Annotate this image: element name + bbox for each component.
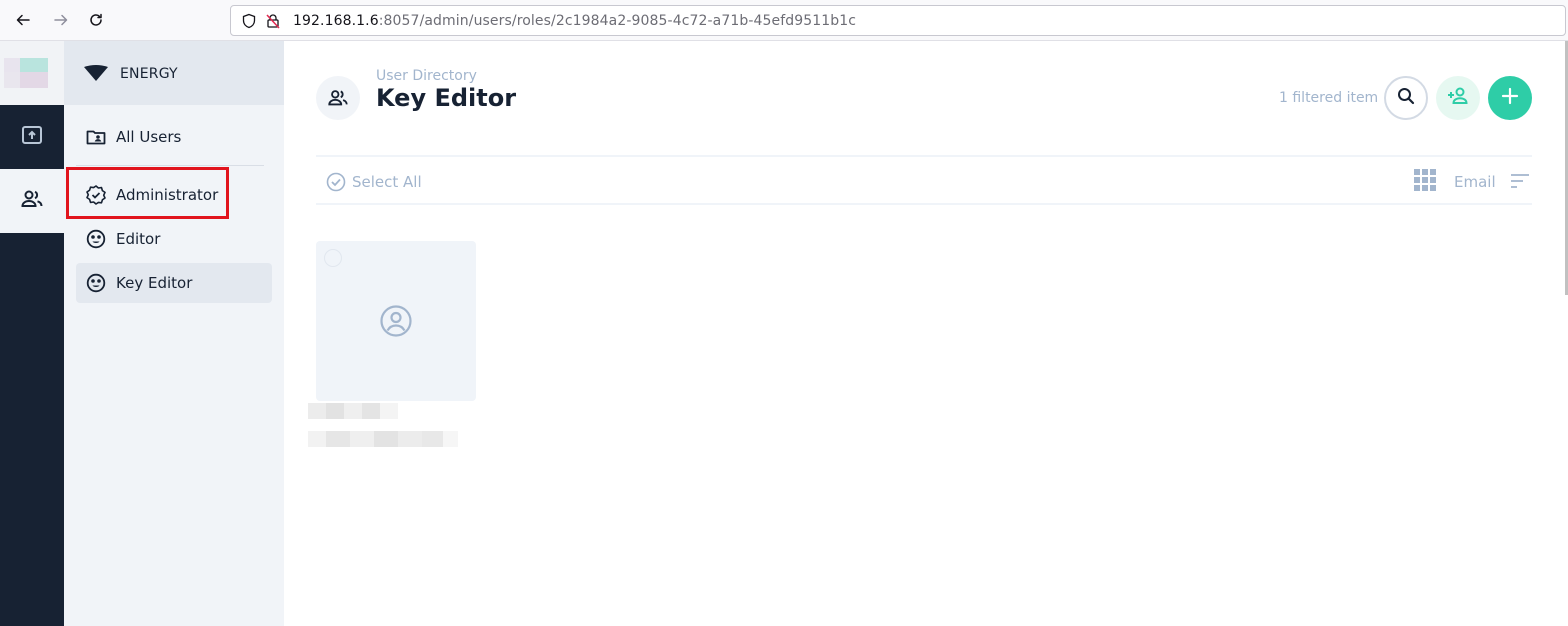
face-icon — [86, 273, 106, 293]
logo-pixel — [4, 58, 20, 72]
folder-user-icon — [86, 127, 106, 147]
insecure-lock-icon[interactable] — [265, 13, 281, 29]
browser-toolbar: 192.168.1.6:8057/admin/users/roles/2c198… — [0, 0, 1568, 41]
user-card[interactable] — [316, 241, 476, 401]
arrow-left-icon[interactable] — [12, 9, 34, 31]
nav-divider — [76, 165, 264, 166]
url-host: 192.168.1.6 — [293, 13, 379, 29]
main-content: User Directory Key Editor 1 filtered ite… — [284, 41, 1568, 626]
face-icon — [86, 229, 106, 249]
sort-icon[interactable] — [1510, 173, 1530, 194]
plus-icon — [1501, 87, 1519, 110]
grid-icon[interactable] — [1414, 169, 1436, 196]
sort-field-select[interactable]: Email — [1454, 173, 1496, 191]
nav-item-label: All Users — [116, 128, 182, 146]
reload-icon[interactable] — [85, 9, 107, 31]
invite-user-button[interactable] — [1436, 76, 1480, 120]
roles-navigation: ENERGY All Users Administrator Editor Ke… — [64, 41, 284, 626]
filter-count: 1 filtered item — [1279, 90, 1379, 106]
users-icon — [316, 76, 360, 120]
search-icon — [1396, 86, 1416, 111]
project-mark-icon — [84, 65, 108, 86]
search-button[interactable] — [1384, 76, 1428, 120]
card-title-redacted — [308, 403, 398, 419]
card-select-checkbox[interactable] — [324, 249, 342, 267]
annotation-highlight — [66, 167, 229, 219]
file-upload-icon — [20, 123, 44, 152]
card-subtitle-redacted — [308, 431, 458, 447]
nav-item-label: Key Editor — [116, 274, 193, 292]
rail-item-users[interactable] — [0, 169, 64, 233]
module-rail — [0, 41, 64, 626]
nav-item-editor[interactable]: Editor — [76, 219, 272, 259]
nav-item-all-users[interactable]: All Users — [76, 117, 272, 157]
shield-icon[interactable] — [241, 13, 257, 29]
collection-toolbar: Select All Email — [316, 155, 1532, 205]
nav-item-label: Editor — [116, 230, 161, 248]
page-title: Key Editor — [376, 84, 517, 112]
logo-pixel — [20, 72, 48, 88]
address-bar[interactable]: 192.168.1.6:8057/admin/users/roles/2c198… — [230, 5, 1566, 36]
project-title: ENERGY — [120, 66, 178, 82]
project-header: ENERGY — [64, 41, 284, 105]
url-path: :8057/admin/users/roles/2c1984a2-9085-4c… — [378, 13, 857, 29]
project-logo[interactable] — [0, 41, 64, 105]
check-circle-icon[interactable] — [326, 172, 346, 197]
breadcrumb[interactable]: User Directory — [376, 68, 477, 84]
account-circle-icon — [379, 304, 413, 343]
arrow-right-icon[interactable] — [50, 9, 72, 31]
rail-item-files[interactable] — [0, 105, 64, 169]
create-user-button[interactable] — [1488, 76, 1532, 120]
nav-item-key-editor[interactable]: Key Editor — [76, 263, 272, 303]
person-add-icon — [1446, 86, 1470, 111]
logo-pixel — [4, 72, 20, 88]
logo-pixel — [20, 58, 48, 72]
select-all-button[interactable]: Select All — [352, 173, 422, 191]
url-text: 192.168.1.6:8057/admin/users/roles/2c198… — [293, 13, 856, 29]
users-icon — [20, 187, 44, 216]
